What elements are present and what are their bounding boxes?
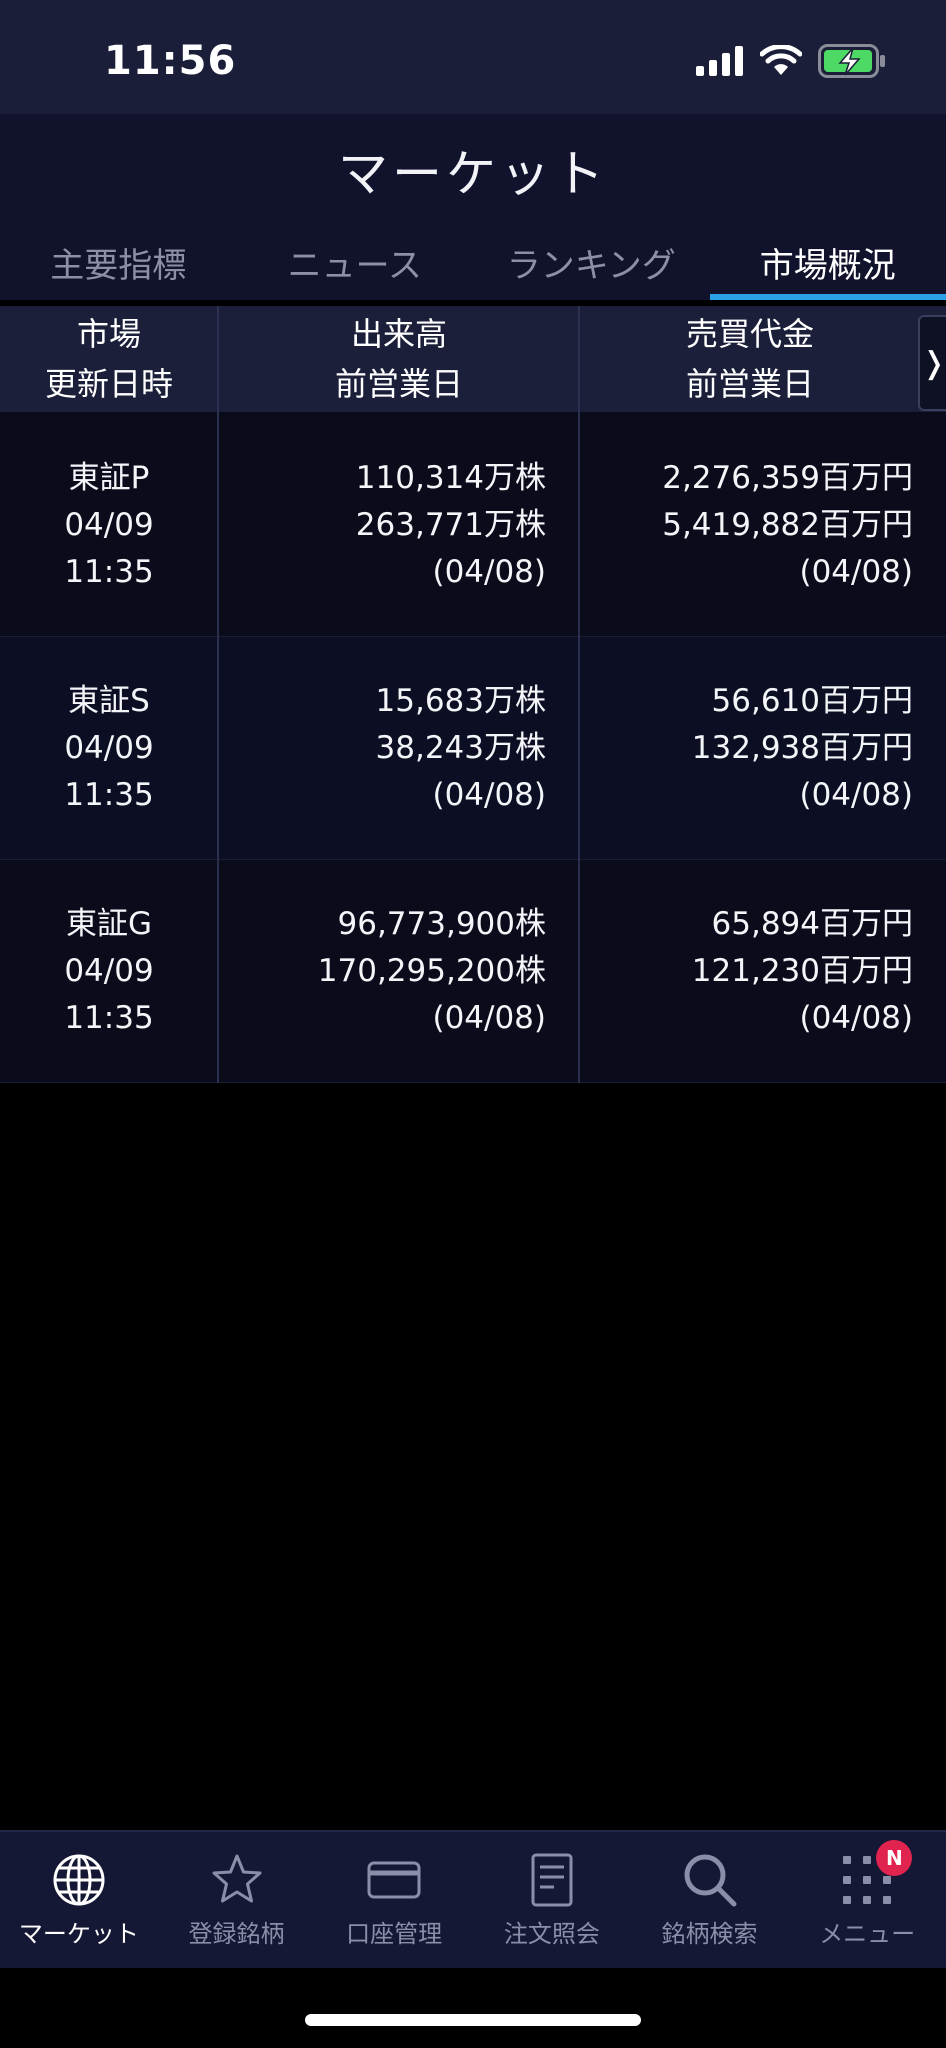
tabbar-label: 口座管理 [346, 1920, 443, 1948]
chevron-right-icon: ❭ [921, 345, 946, 381]
table-row[interactable]: 東証G 04/09 11:35 96,773,900株 170,295,200株… [0, 860, 946, 1083]
tabbar-item-search[interactable]: 銘柄検索 [631, 1832, 789, 1968]
page-title: マーケット [338, 145, 608, 203]
tabbar-item-account[interactable]: 口座管理 [315, 1832, 473, 1968]
trading-value-cell: 2,276,359百万円 5,419,882百万円 (04/08) [580, 414, 913, 636]
column-header-line2: 更新日時 [44, 365, 173, 403]
update-time: 11:35 [64, 553, 154, 590]
value-previous-date: (04/08) [799, 776, 913, 813]
tabbar-item-orders[interactable]: 注文照会 [473, 1832, 631, 1968]
tab-bar-top: 主要指標 ニュース ランキング 市場概況 [0, 216, 946, 300]
value-previous: 132,938百万円 [691, 729, 913, 766]
document-icon [531, 1853, 573, 1907]
tabbar-label: 注文照会 [503, 1920, 600, 1948]
market-cell: 東証P 04/09 11:35 [0, 414, 218, 636]
notification-badge: N [876, 1840, 913, 1876]
value-current: 2,276,359百万円 [662, 459, 913, 496]
column-header-line2: 前営業日 [334, 365, 463, 403]
tabbar-item-watchlist[interactable]: 登録銘柄 [158, 1832, 316, 1968]
value-previous: 121,230百万円 [691, 952, 913, 989]
home-indicator[interactable] [305, 2014, 641, 2026]
tabbar-label: 銘柄検索 [661, 1920, 758, 1948]
tab-ranking[interactable]: ランキング [473, 216, 710, 300]
table-header: 市場 更新日時 出来高 前営業日 売買代金 前営業日 [0, 306, 946, 414]
volume-cell: 15,683万株 38,243万株 (04/08) [219, 637, 546, 859]
value-current: 65,894百万円 [711, 905, 913, 942]
market-name: 東証G [65, 905, 153, 942]
status-icons [696, 44, 886, 78]
table-row[interactable]: 東証P 04/09 11:35 110,314万株 263,771万株 (04/… [0, 414, 946, 637]
market-name: 東証S [68, 682, 150, 719]
trading-value-cell: 65,894百万円 121,230百万円 (04/08) [580, 860, 913, 1082]
update-time: 11:35 [64, 776, 154, 813]
tab-news[interactable]: ニュース [237, 216, 474, 300]
tabbar-item-market[interactable]: マーケット [0, 1832, 158, 1968]
column-header-market: 市場 更新日時 [0, 306, 218, 412]
volume-previous-date: (04/08) [432, 999, 546, 1036]
wifi-icon [760, 45, 802, 75]
volume-current: 96,773,900株 [337, 905, 547, 942]
column-divider [217, 306, 219, 1083]
tabbar-label: マーケット [18, 1920, 139, 1948]
volume-cell: 96,773,900株 170,295,200株 (04/08) [219, 860, 546, 1082]
globe-icon [53, 1854, 105, 1906]
value-current: 56,610百万円 [711, 682, 913, 719]
volume-previous-date: (04/08) [432, 776, 546, 813]
tabbar-label: 登録銘柄 [188, 1920, 285, 1948]
status-bar: 11:56 [0, 0, 946, 114]
volume-previous: 170,295,200株 [317, 952, 546, 989]
star-icon [212, 1854, 261, 1903]
scroll-right-button[interactable]: ❭ [918, 315, 946, 411]
market-cell: 東証S 04/09 11:35 [0, 637, 218, 859]
value-previous-date: (04/08) [799, 999, 913, 1036]
tab-key-indicators[interactable]: 主要指標 [0, 216, 237, 300]
search-icon [684, 1854, 737, 1907]
update-time: 11:35 [64, 999, 154, 1036]
volume-current: 15,683万株 [375, 682, 546, 719]
bottom-tab-bar: マーケット 登録銘柄 口座管理 注文照会 銘柄検索 N メニュー [0, 1830, 946, 1968]
column-header-line1: 市場 [76, 315, 141, 353]
value-previous-date: (04/08) [799, 553, 913, 590]
tabbar-item-menu[interactable]: N メニュー [788, 1832, 946, 1968]
market-name: 東証P [68, 459, 150, 496]
trading-value-cell: 56,610百万円 132,938百万円 (04/08) [580, 637, 913, 859]
column-divider [578, 306, 580, 1083]
app-header: マーケット 主要指標 ニュース ランキング 市場概況 [0, 114, 946, 300]
tabbar-label: メニュー [819, 1920, 916, 1948]
update-date: 04/09 [64, 952, 154, 989]
column-header-volume: 出来高 前営業日 [219, 306, 579, 412]
volume-previous-date: (04/08) [432, 553, 546, 590]
status-time: 11:56 [104, 38, 237, 84]
column-header-line2: 前営業日 [685, 365, 814, 403]
column-header-line1: 売買代金 [685, 315, 814, 353]
volume-cell: 110,314万株 263,771万株 (04/08) [219, 414, 546, 636]
tab-market-overview[interactable]: 市場概況 [709, 216, 946, 300]
volume-current: 110,314万株 [355, 459, 546, 496]
column-header-trading-value: 売買代金 前営業日 [580, 306, 920, 412]
volume-previous: 38,243万株 [375, 729, 546, 766]
table-row[interactable]: 東証S 04/09 11:35 15,683万株 38,243万株 (04/08… [0, 637, 946, 860]
column-header-line1: 出来高 [350, 315, 447, 353]
battery-charging-icon [818, 44, 885, 78]
market-cell: 東証G 04/09 11:35 [0, 860, 218, 1082]
volume-previous: 263,771万株 [355, 506, 546, 543]
update-date: 04/09 [64, 729, 154, 766]
card-icon [367, 1861, 421, 1899]
update-date: 04/09 [64, 506, 154, 543]
cellular-signal-icon [696, 46, 743, 76]
value-previous: 5,419,882百万円 [662, 506, 913, 543]
